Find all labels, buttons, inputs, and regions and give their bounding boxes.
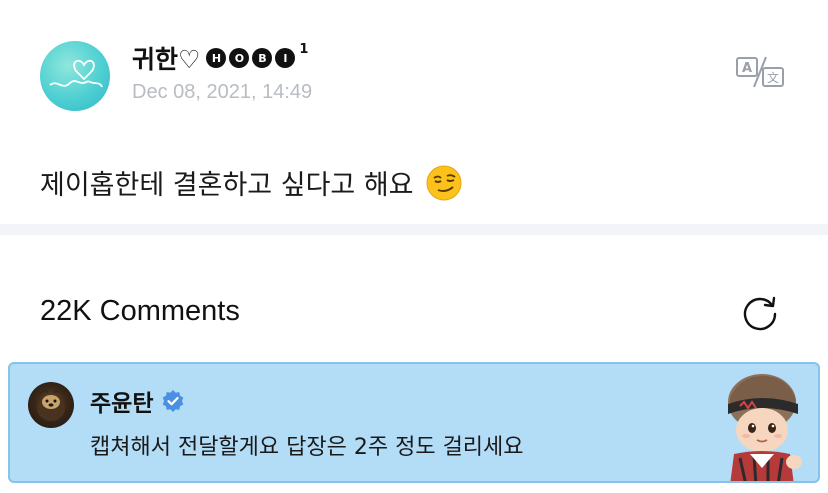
svg-text:A: A <box>742 61 752 76</box>
refresh-button[interactable] <box>741 293 779 331</box>
section-divider <box>0 224 828 235</box>
svg-text:文: 文 <box>767 70 779 85</box>
hobi-badge: H O B I <box>206 48 296 68</box>
comment-text: 캡쳐해서 전달할게요 답장은 2주 정도 걸리세요 <box>90 435 524 460</box>
refresh-icon <box>743 296 777 331</box>
badge-letter-o: O <box>229 48 250 68</box>
post-header: 귀한♡ H O B I 1 Dec 08, 2021, 14:49 A 文 <box>0 0 828 140</box>
author-superscript: 1 <box>299 42 309 57</box>
pinned-comment[interactable]: 주윤탄 캡쳐해서 전달할게요 답장은 2주 정도 걸리세요 <box>8 362 820 483</box>
author-avatar[interactable] <box>40 41 110 111</box>
badge-letter-h: H <box>206 48 227 68</box>
character-illustration <box>728 374 802 481</box>
translate-icon: A 文 <box>736 56 784 88</box>
comment-author-avatar[interactable] <box>28 382 74 428</box>
post-body: 제이홉한테 결혼하고 싶다고 해요 <box>40 163 462 202</box>
author-name[interactable]: 귀한♡ H O B I 1 <box>132 40 308 76</box>
badge-letter-i: I <box>275 48 296 68</box>
translate-button[interactable]: A 文 <box>734 54 786 90</box>
post-timestamp: Dec 08, 2021, 14:49 <box>132 81 313 103</box>
comment-author-name: 주윤탄 <box>90 391 154 417</box>
verified-badge-icon <box>163 390 184 412</box>
smirking-face-emoji <box>426 165 462 200</box>
comment-author[interactable]: 주윤탄 <box>90 384 185 418</box>
comments-count: 22K Comments <box>40 295 240 327</box>
author-name-text: 귀한♡ <box>132 45 201 74</box>
post-body-text: 제이홉한테 결혼하고 싶다고 해요 <box>40 170 414 201</box>
badge-letter-b: B <box>252 48 273 68</box>
